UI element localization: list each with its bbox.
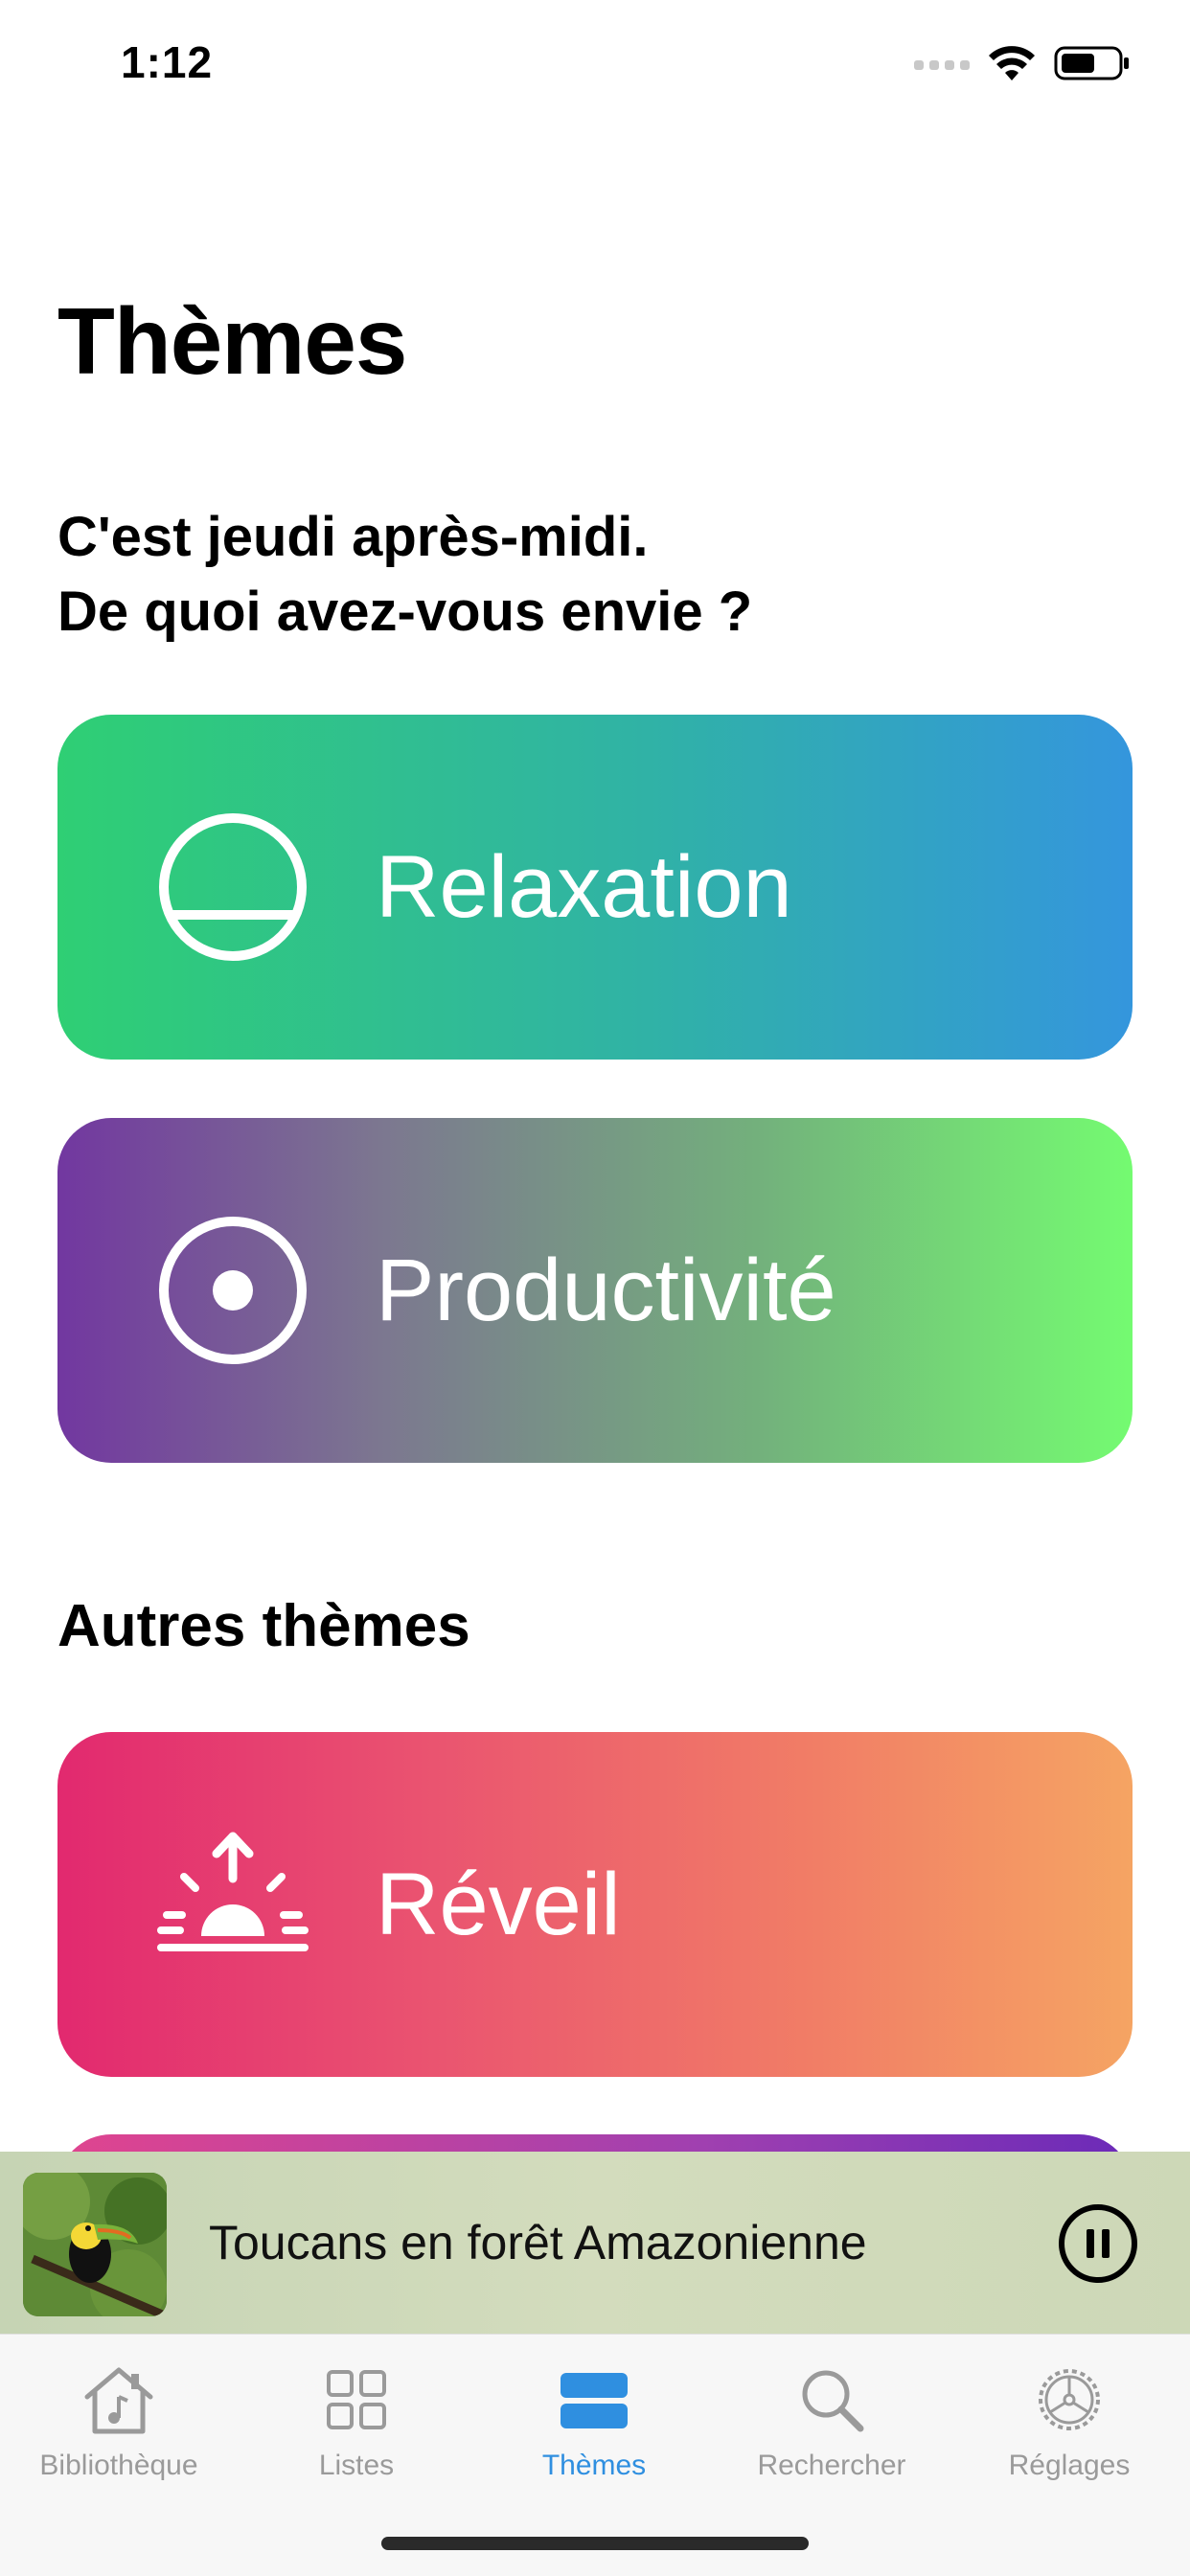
battery-icon [1054, 46, 1129, 80]
status-icons [914, 44, 1131, 82]
album-artwork [23, 2173, 167, 2316]
signal-icon [914, 60, 970, 70]
sunrise-icon [157, 1829, 309, 1980]
greeting: C'est jeudi après-midi. De quoi avez-vou… [57, 500, 752, 650]
tab-label: Réglages [1008, 2450, 1131, 2481]
home-indicator[interactable] [381, 2537, 809, 2550]
tab-label: Bibliothèque [39, 2450, 198, 2481]
tab-listes[interactable]: Listes [238, 2359, 475, 2482]
target-dot-icon [157, 1215, 309, 1366]
theme-label: Relaxation [376, 837, 792, 936]
page-title: Thèmes [57, 288, 407, 394]
tab-label: Rechercher [757, 2450, 906, 2481]
theme-card-productivite[interactable]: Productivité [57, 1118, 1133, 1463]
status-time: 1:12 [121, 37, 214, 87]
greeting-line-2: De quoi avez-vous envie ? [57, 581, 753, 643]
tab-themes[interactable]: Thèmes [475, 2359, 713, 2482]
themes-icon [554, 2359, 634, 2440]
tab-reglages[interactable]: Réglages [950, 2359, 1188, 2482]
status-bar: 1:12 [0, 0, 1190, 125]
wifi-icon [989, 46, 1035, 80]
tab-label: Listes [318, 2450, 395, 2481]
pause-icon [1059, 2204, 1137, 2283]
tab-bibliotheque[interactable]: Bibliothèque [0, 2359, 238, 2482]
greeting-line-1: C'est jeudi après-midi. [57, 506, 649, 568]
theme-card-reveil[interactable]: Réveil [57, 1732, 1133, 2077]
now-playing-title: Toucans en forêt Amazonienne [209, 2216, 867, 2269]
half-circle-icon [157, 811, 309, 963]
gear-icon [1029, 2359, 1110, 2440]
tab-rechercher[interactable]: Rechercher [713, 2359, 950, 2482]
section-title-other-themes: Autres thèmes [57, 1593, 470, 1659]
library-house-icon [79, 2359, 159, 2440]
pause-button[interactable] [1058, 2203, 1138, 2284]
tab-label: Thèmes [541, 2450, 647, 2481]
theme-label: Réveil [376, 1855, 621, 1953]
theme-label: Productivité [376, 1241, 836, 1339]
grid-icon [316, 2359, 397, 2440]
theme-card-relaxation[interactable]: Relaxation [57, 715, 1133, 1060]
mini-player[interactable]: Toucans en forêt Amazonienne [0, 2152, 1190, 2334]
search-icon [791, 2359, 872, 2440]
